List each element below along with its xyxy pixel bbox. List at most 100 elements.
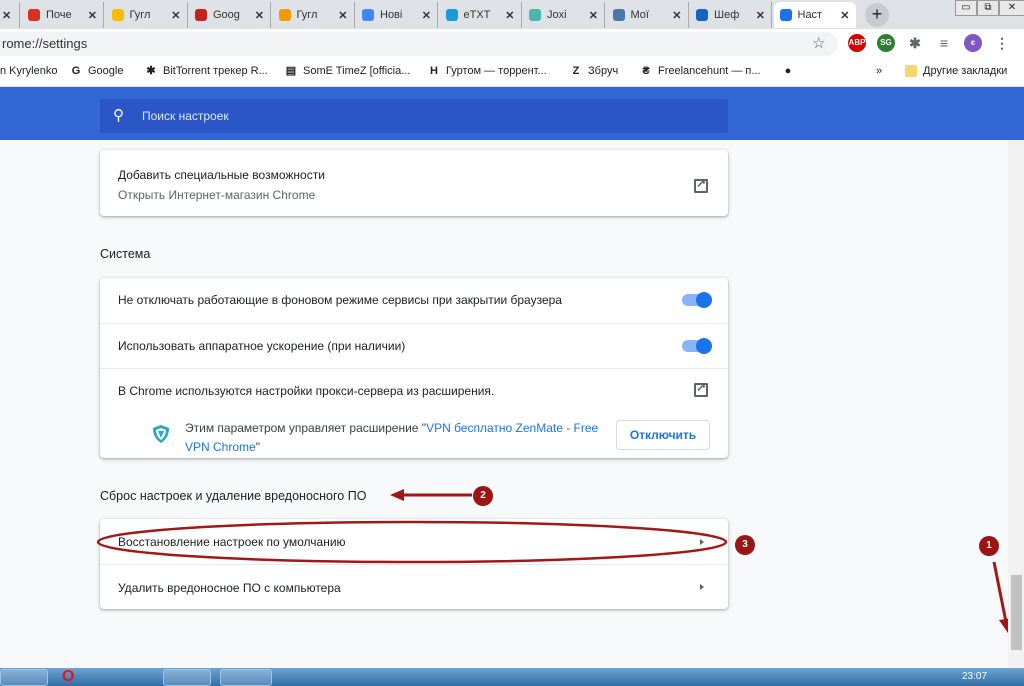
bookmark-label: Збруч <box>588 65 619 77</box>
system-tray-icons[interactable] <box>805 671 915 683</box>
open-external-icon[interactable] <box>694 380 708 397</box>
extension-link[interactable]: VPN бесплатно ZenMate - Free <box>426 421 598 435</box>
bookmark-favicon-icon: ✱ <box>146 65 156 77</box>
tab[interactable]: eTXT ✕ <box>440 2 522 28</box>
bookmark-favicon-icon: Z <box>572 65 580 77</box>
tab[interactable]: Наст ✕ <box>773 2 856 28</box>
reset-heading: Сброс настроек и удаление вредоносного П… <box>100 489 367 503</box>
annotation-badge-1: 1 <box>979 536 999 556</box>
tab-title: Нові <box>380 9 403 21</box>
bookmark-item[interactable]: H Гуртом — торрент... <box>428 65 547 77</box>
taskbar-recycle[interactable] <box>220 669 272 686</box>
bookmark-item[interactable]: Z Збруч <box>570 65 619 77</box>
bookmark-label: BitTorrent трекер R... <box>163 65 268 77</box>
bookmark-star-icon[interactable]: ☆ <box>812 32 825 56</box>
taskbar-app[interactable] <box>112 669 160 686</box>
scrollbar-thumb[interactable] <box>1011 575 1022 650</box>
bookmark-favicon-icon: ₴ <box>642 65 650 77</box>
cleanup-computer-label: Удалить вредоносное ПО с компьютера <box>118 581 341 595</box>
tab-title: Гугл <box>296 9 318 21</box>
new-tab-button[interactable]: + <box>865 3 889 27</box>
cleanup-computer-row[interactable]: Удалить вредоносное ПО с компьютера <box>100 564 728 609</box>
bookmark-label: Freelancehunt — п... <box>658 65 761 77</box>
tab[interactable]: Шеф ✕ <box>690 2 772 28</box>
search-icon: ⚲ <box>113 107 124 124</box>
close-tab-icon[interactable]: ✕ <box>756 9 765 22</box>
close-tab-icon[interactable]: ✕ <box>422 9 431 22</box>
close-tab-icon[interactable]: ✕ <box>840 9 849 22</box>
bookmark-favicon-icon: ● <box>784 65 792 77</box>
open-external-icon[interactable] <box>694 176 708 193</box>
address-bar[interactable]: rome://settings <box>0 32 838 56</box>
tab[interactable]: Goog ✕ <box>189 2 271 28</box>
tab-title: Гугл <box>129 9 151 21</box>
taskbar-opera[interactable]: O <box>56 669 104 686</box>
managed-prefix: Этим параметром управляет расширение " <box>185 421 427 435</box>
extension-icon[interactable]: є <box>964 34 982 52</box>
bookmark-favicon-icon: H <box>430 65 438 77</box>
bookmark-item[interactable]: ▤ SomE TimeZ [officia... <box>285 65 411 77</box>
accessibility-title: Добавить специальные возможности <box>118 168 325 182</box>
folder-icon <box>905 65 917 77</box>
extension-icon[interactable]: ⋮ <box>993 34 1011 52</box>
bookmark-item[interactable]: ● <box>782 65 800 77</box>
tab-title: Goog <box>213 9 240 21</box>
search-placeholder: Поиск настроек <box>142 109 229 123</box>
bookmark-item[interactable]: n Kyrylenko <box>0 65 57 77</box>
tab-title: Поче <box>46 9 72 21</box>
close-window-button[interactable]: ✕ <box>999 0 1024 16</box>
tab[interactable]: Нові ✕ <box>356 2 438 28</box>
bookmark-label: n Kyrylenko <box>0 65 58 77</box>
restore-button[interactable]: ⧉ <box>977 0 999 16</box>
restore-defaults-row[interactable]: Восстановление настроек по умолчанию <box>100 519 728 564</box>
disable-extension-button[interactable]: Отключить <box>616 420 710 450</box>
extension-icon[interactable]: ABP <box>848 34 866 52</box>
tab-title: Шеф <box>714 9 740 21</box>
chevron-right-icon <box>700 539 704 545</box>
close-tab-icon[interactable]: ✕ <box>88 9 97 22</box>
extension-icon[interactable]: SG <box>877 34 895 52</box>
toolbar: rome://settings ☆ ABP SG ✱ ≡ є ⋮ <box>0 29 1024 59</box>
close-tab-icon[interactable]: ✕ <box>338 9 347 22</box>
background-apps-toggle[interactable] <box>682 292 712 308</box>
close-tab-icon[interactable]: ✕ <box>672 9 681 22</box>
tab[interactable]: Гугл ✕ <box>273 2 355 28</box>
managed-suffix: " <box>255 440 260 454</box>
bookmark-item[interactable]: G Google <box>70 65 124 77</box>
tab[interactable]: Гугл ✕ <box>106 2 188 28</box>
bookmark-label: Гуртом — торрент... <box>446 65 547 77</box>
tab-title: Мої <box>630 9 649 21</box>
other-bookmarks[interactable]: Другие закладки <box>905 65 1007 77</box>
minimize-button[interactable]: ▭ <box>955 0 977 16</box>
extension-icon[interactable]: ✱ <box>906 34 924 52</box>
tab[interactable]: Мої ✕ <box>607 2 689 28</box>
annotation-badge-2: 2 <box>473 486 493 506</box>
tab-favicon-icon <box>278 9 291 21</box>
add-accessibility-row[interactable]: Добавить специальные возможности Открыть… <box>100 168 728 202</box>
annotation-arrow-1 <box>992 561 1008 623</box>
search-settings-input[interactable]: ⚲ Поиск настроек <box>100 99 728 133</box>
bookmark-item[interactable]: ₴ Freelancehunt — п... <box>640 65 761 77</box>
bookmarks-overflow-button[interactable]: » <box>876 65 882 77</box>
tab-favicon-icon <box>362 9 374 21</box>
accessibility-card: Добавить специальные возможности Открыть… <box>100 150 728 216</box>
taskbar-word[interactable] <box>163 669 211 686</box>
tab[interactable]: Joxi ✕ <box>523 2 605 28</box>
close-tab-icon[interactable]: ✕ <box>171 9 180 22</box>
tab[interactable]: Поче ✕ <box>22 2 104 28</box>
tab-favicon-icon <box>529 9 541 21</box>
extension-icon[interactable]: ≡ <box>935 34 953 52</box>
close-tab-icon[interactable]: ✕ <box>505 9 514 22</box>
taskbar-clock[interactable]: 23:07 <box>962 671 987 682</box>
tab-title: eTXT <box>463 9 491 21</box>
taskbar-chrome[interactable] <box>0 669 48 686</box>
extension-link-cont[interactable]: VPN Chrome <box>185 440 256 454</box>
bookmark-item[interactable]: ✱ BitTorrent трекер R... <box>145 65 268 77</box>
hardware-acceleration-label: Использовать аппаратное ускорение (при н… <box>100 323 728 368</box>
close-tab-icon[interactable]: ✕ <box>255 9 264 22</box>
hardware-acceleration-toggle[interactable] <box>682 338 712 354</box>
windows-taskbar: O 23:07 <box>0 668 1024 686</box>
background-apps-label: Не отключать работающие в фоновом режиме… <box>118 293 562 307</box>
close-tab-icon[interactable]: ✕ <box>589 9 598 22</box>
tab-partial[interactable]: ✕ <box>0 2 20 28</box>
